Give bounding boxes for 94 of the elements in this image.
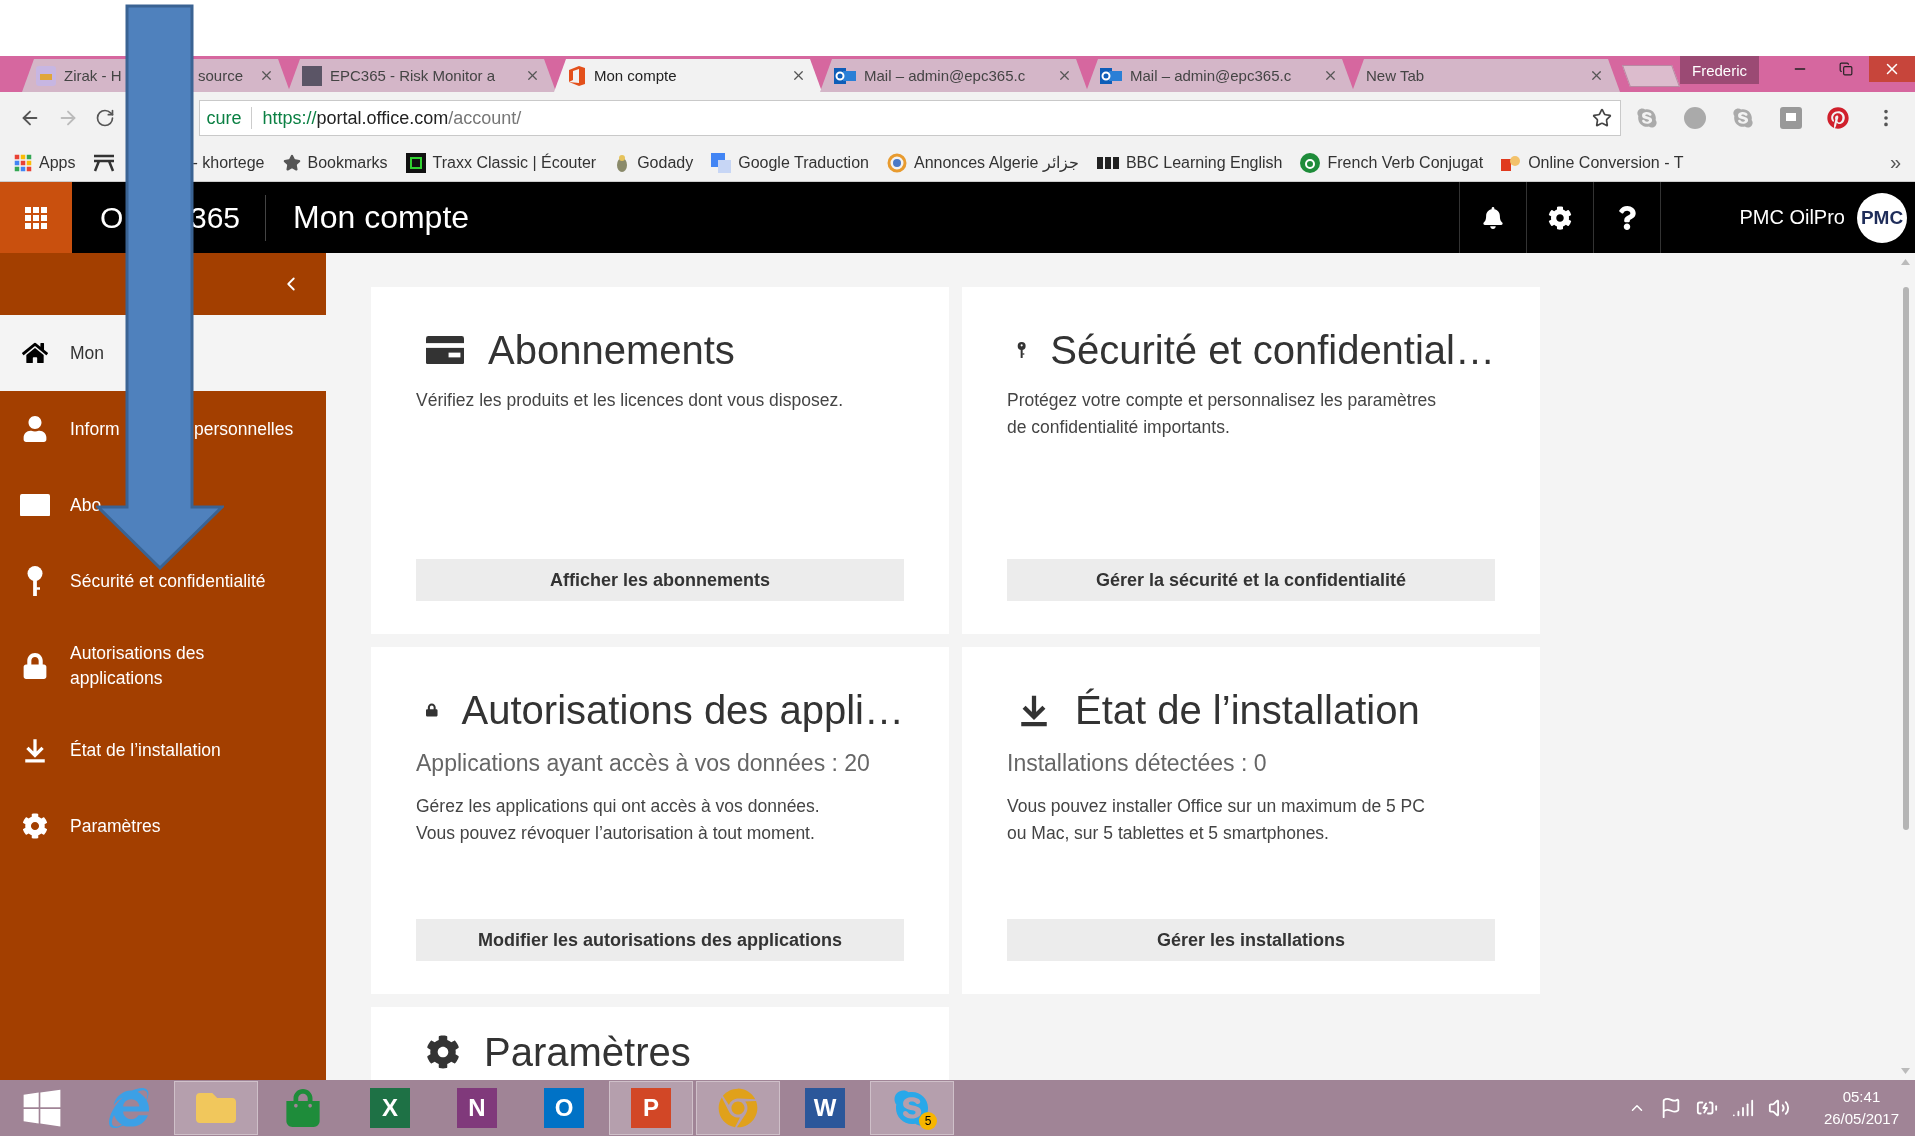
taskbar-button[interactable]: P: [609, 1081, 693, 1135]
notification-badge: 5: [919, 1112, 937, 1130]
office-icon: [568, 65, 586, 86]
app-icon[interactable]: P: [631, 1088, 671, 1128]
card-description: Protégez votre compte et personnalisez les paramètres de confidentialité importants.: [1007, 389, 1437, 439]
card-title: Abonnements: [488, 327, 735, 373]
bookmark[interactable]: Traxx Classic | Écouter: [405, 152, 597, 173]
bookmark-star-icon[interactable]: [1591, 108, 1612, 128]
profile-button[interactable]: Frederic: [1680, 56, 1759, 84]
card-subtitle: Applications ayant accès à vos données : 20: [416, 749, 871, 778]
taskbar-button[interactable]: O: [522, 1081, 606, 1135]
card-title: Autorisations des appli…: [461, 687, 904, 733]
app-launcher-button[interactable]: [0, 182, 72, 253]
download-icon: [22, 737, 48, 763]
tab-favicon: [36, 65, 56, 86]
bars-icon: [93, 153, 116, 172]
taskbar-button[interactable]: W: [783, 1081, 867, 1135]
pinterest-icon[interactable]: [1827, 107, 1850, 129]
more-bookmarks-button[interactable]: »: [1889, 151, 1901, 174]
windows-icon[interactable]: [21, 1087, 63, 1129]
lock-icon: [22, 652, 48, 679]
card-action-button[interactable]: Afficher les abonnements: [416, 559, 904, 601]
apps-icon: [14, 153, 32, 172]
restore-icon[interactable]: [1839, 62, 1853, 76]
reload-icon[interactable]: [95, 108, 116, 128]
bookmark[interactable]: - khortege: [93, 153, 265, 172]
star-icon: [282, 153, 301, 172]
photo-placeholder: [302, 65, 322, 86]
close-button[interactable]: [1869, 56, 1915, 82]
card-description: Vérifiez les produits et les licences dont vous disposez.: [416, 389, 845, 412]
bookmark[interactable]: French Verb Conjugat: [1300, 152, 1484, 173]
bookmark[interactable]: Google Traduction: [711, 152, 869, 173]
browser-tab[interactable]: EPC365 - Risk Monitor a: [288, 59, 556, 92]
card-action-button[interactable]: Gérer la sécurité et la confidentialité: [1007, 559, 1495, 601]
circle-icon: [1300, 152, 1321, 173]
settings-icon[interactable]: [1548, 205, 1573, 230]
page-title: Mon compte: [293, 199, 471, 236]
skype-icon[interactable]: [1731, 107, 1754, 129]
taskbar-button[interactable]: N: [435, 1081, 519, 1135]
circle-icon: [886, 152, 907, 173]
browser-tab[interactable]: New Tab: [1352, 59, 1620, 92]
card-subtitle: Installations détectées : 0: [1007, 749, 1268, 778]
bookmark[interactable]: BBC Learning English: [1096, 153, 1283, 172]
card-description: Gérez les applications qui ont accès à vos données. Vous pouvez révoquer l’autorisation à tout moment.: [416, 795, 821, 845]
mail-icon: [1100, 65, 1122, 86]
signal-icon[interactable]: [1731, 1097, 1754, 1119]
close-icon[interactable]: [1323, 68, 1338, 83]
square-icon: [405, 152, 426, 173]
close-icon[interactable]: [525, 68, 540, 83]
bookmark[interactable]: Annonces Algerie جزائر: [886, 152, 1079, 173]
bookmark[interactable]: Bookmarks: [282, 153, 388, 172]
close-icon[interactable]: [1589, 68, 1604, 83]
bell-icon[interactable]: [1482, 206, 1505, 229]
card-title: Paramètres: [484, 1029, 691, 1075]
app-icon[interactable]: O: [544, 1088, 584, 1128]
avatar[interactable]: PMC: [1857, 192, 1907, 243]
settings-icon: [426, 1035, 460, 1069]
app-icon[interactable]: N: [457, 1088, 497, 1128]
circle-icon[interactable]: [1684, 107, 1707, 129]
card-description: Vous pouvez installer Office sur un maximum de 5 PC ou Mac, sur 5 tablettes et 5 smartphones.: [1007, 795, 1426, 845]
bookmark[interactable]: Online Conversion - T: [1501, 152, 1684, 173]
square-icon[interactable]: [1779, 107, 1802, 129]
new-tab-button[interactable]: [1622, 65, 1680, 87]
close-icon[interactable]: [259, 68, 274, 83]
skype-icon[interactable]: [1636, 107, 1659, 129]
down-arrow-icon[interactable]: [1901, 1068, 1910, 1074]
bookmark[interactable]: Apps: [14, 153, 76, 172]
mail-icon: [834, 65, 856, 86]
person-icon: [22, 416, 48, 442]
close-icon[interactable]: [791, 68, 806, 83]
card-title: État de l’installation: [1075, 687, 1420, 733]
up-arrow-icon[interactable]: [1901, 259, 1910, 265]
settings-icon: [22, 813, 48, 839]
scrollbar-thumb[interactable]: [1903, 287, 1909, 830]
browser-tab[interactable]: Mail – admin@epc365.c: [1086, 59, 1354, 92]
card-title: Sécurité et confidential…: [1050, 327, 1495, 373]
bookmark[interactable]: Godady: [614, 152, 694, 173]
home-icon: [22, 340, 48, 366]
volume-icon[interactable]: [1767, 1097, 1790, 1119]
close-icon[interactable]: [1057, 68, 1072, 83]
translate-icon: [711, 152, 732, 173]
browser-tab[interactable]: Mail – admin@epc365.c: [820, 59, 1088, 92]
key-icon: [26, 566, 44, 596]
grid-icon: [24, 205, 48, 230]
app-icon[interactable]: W: [805, 1088, 845, 1128]
taskbar-button[interactable]: 5: [870, 1081, 954, 1135]
card-action-button[interactable]: Gérer les installations: [1007, 919, 1495, 961]
app-icon[interactable]: X: [370, 1088, 410, 1128]
card-action-button[interactable]: Modifier les autorisations des applications: [416, 919, 904, 961]
user-name[interactable]: PMC OilPro: [1739, 206, 1845, 229]
blocks-icon: [1096, 156, 1119, 169]
address-bar[interactable]: cure https://portal.office.com/account/: [199, 100, 1621, 136]
taskbar-button[interactable]: X: [348, 1081, 432, 1135]
browser-tab[interactable]: Mon compte: [554, 59, 822, 92]
